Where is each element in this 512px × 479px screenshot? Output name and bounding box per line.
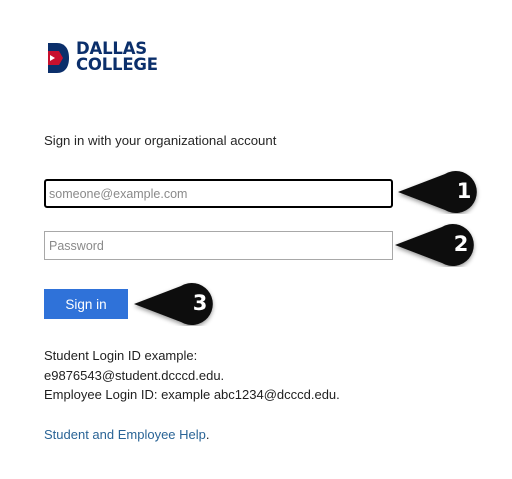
callout-3-number: 3	[192, 291, 208, 315]
sign-in-button[interactable]: Sign in	[44, 289, 128, 319]
logo-line-2: COLLEGE	[76, 55, 158, 74]
email-placeholder: someone@example.com	[49, 186, 188, 201]
password-field[interactable]: Password	[44, 231, 393, 260]
help-line: Student and Employee Help.	[44, 427, 210, 442]
callout-3: 3	[131, 282, 221, 326]
callout-2: 2	[392, 223, 482, 267]
info-line-1: Student Login ID example:	[44, 348, 198, 363]
callout-2-number: 2	[453, 232, 469, 256]
help-link[interactable]: Student and Employee Help	[44, 427, 206, 442]
login-id-info: Student Login ID example: e9876543@stude…	[44, 346, 340, 405]
info-line-3: Employee Login ID: example abc1234@dcccd…	[44, 387, 340, 402]
callout-1-number: 1	[456, 179, 472, 203]
info-line-2: e9876543@student.dcccd.edu.	[44, 367, 225, 383]
logo-wordmark: DALLAS COLLEGE	[76, 40, 158, 74]
email-field[interactable]: someone@example.com	[44, 179, 393, 208]
password-placeholder: Password	[49, 238, 104, 253]
sign-in-prompt: Sign in with your organizational account	[44, 133, 277, 148]
callout-1: 1	[395, 170, 485, 214]
help-suffix: .	[205, 427, 210, 442]
dallas-college-logo-icon	[48, 43, 69, 73]
dallas-college-logo: DALLAS COLLEGE	[46, 40, 166, 76]
